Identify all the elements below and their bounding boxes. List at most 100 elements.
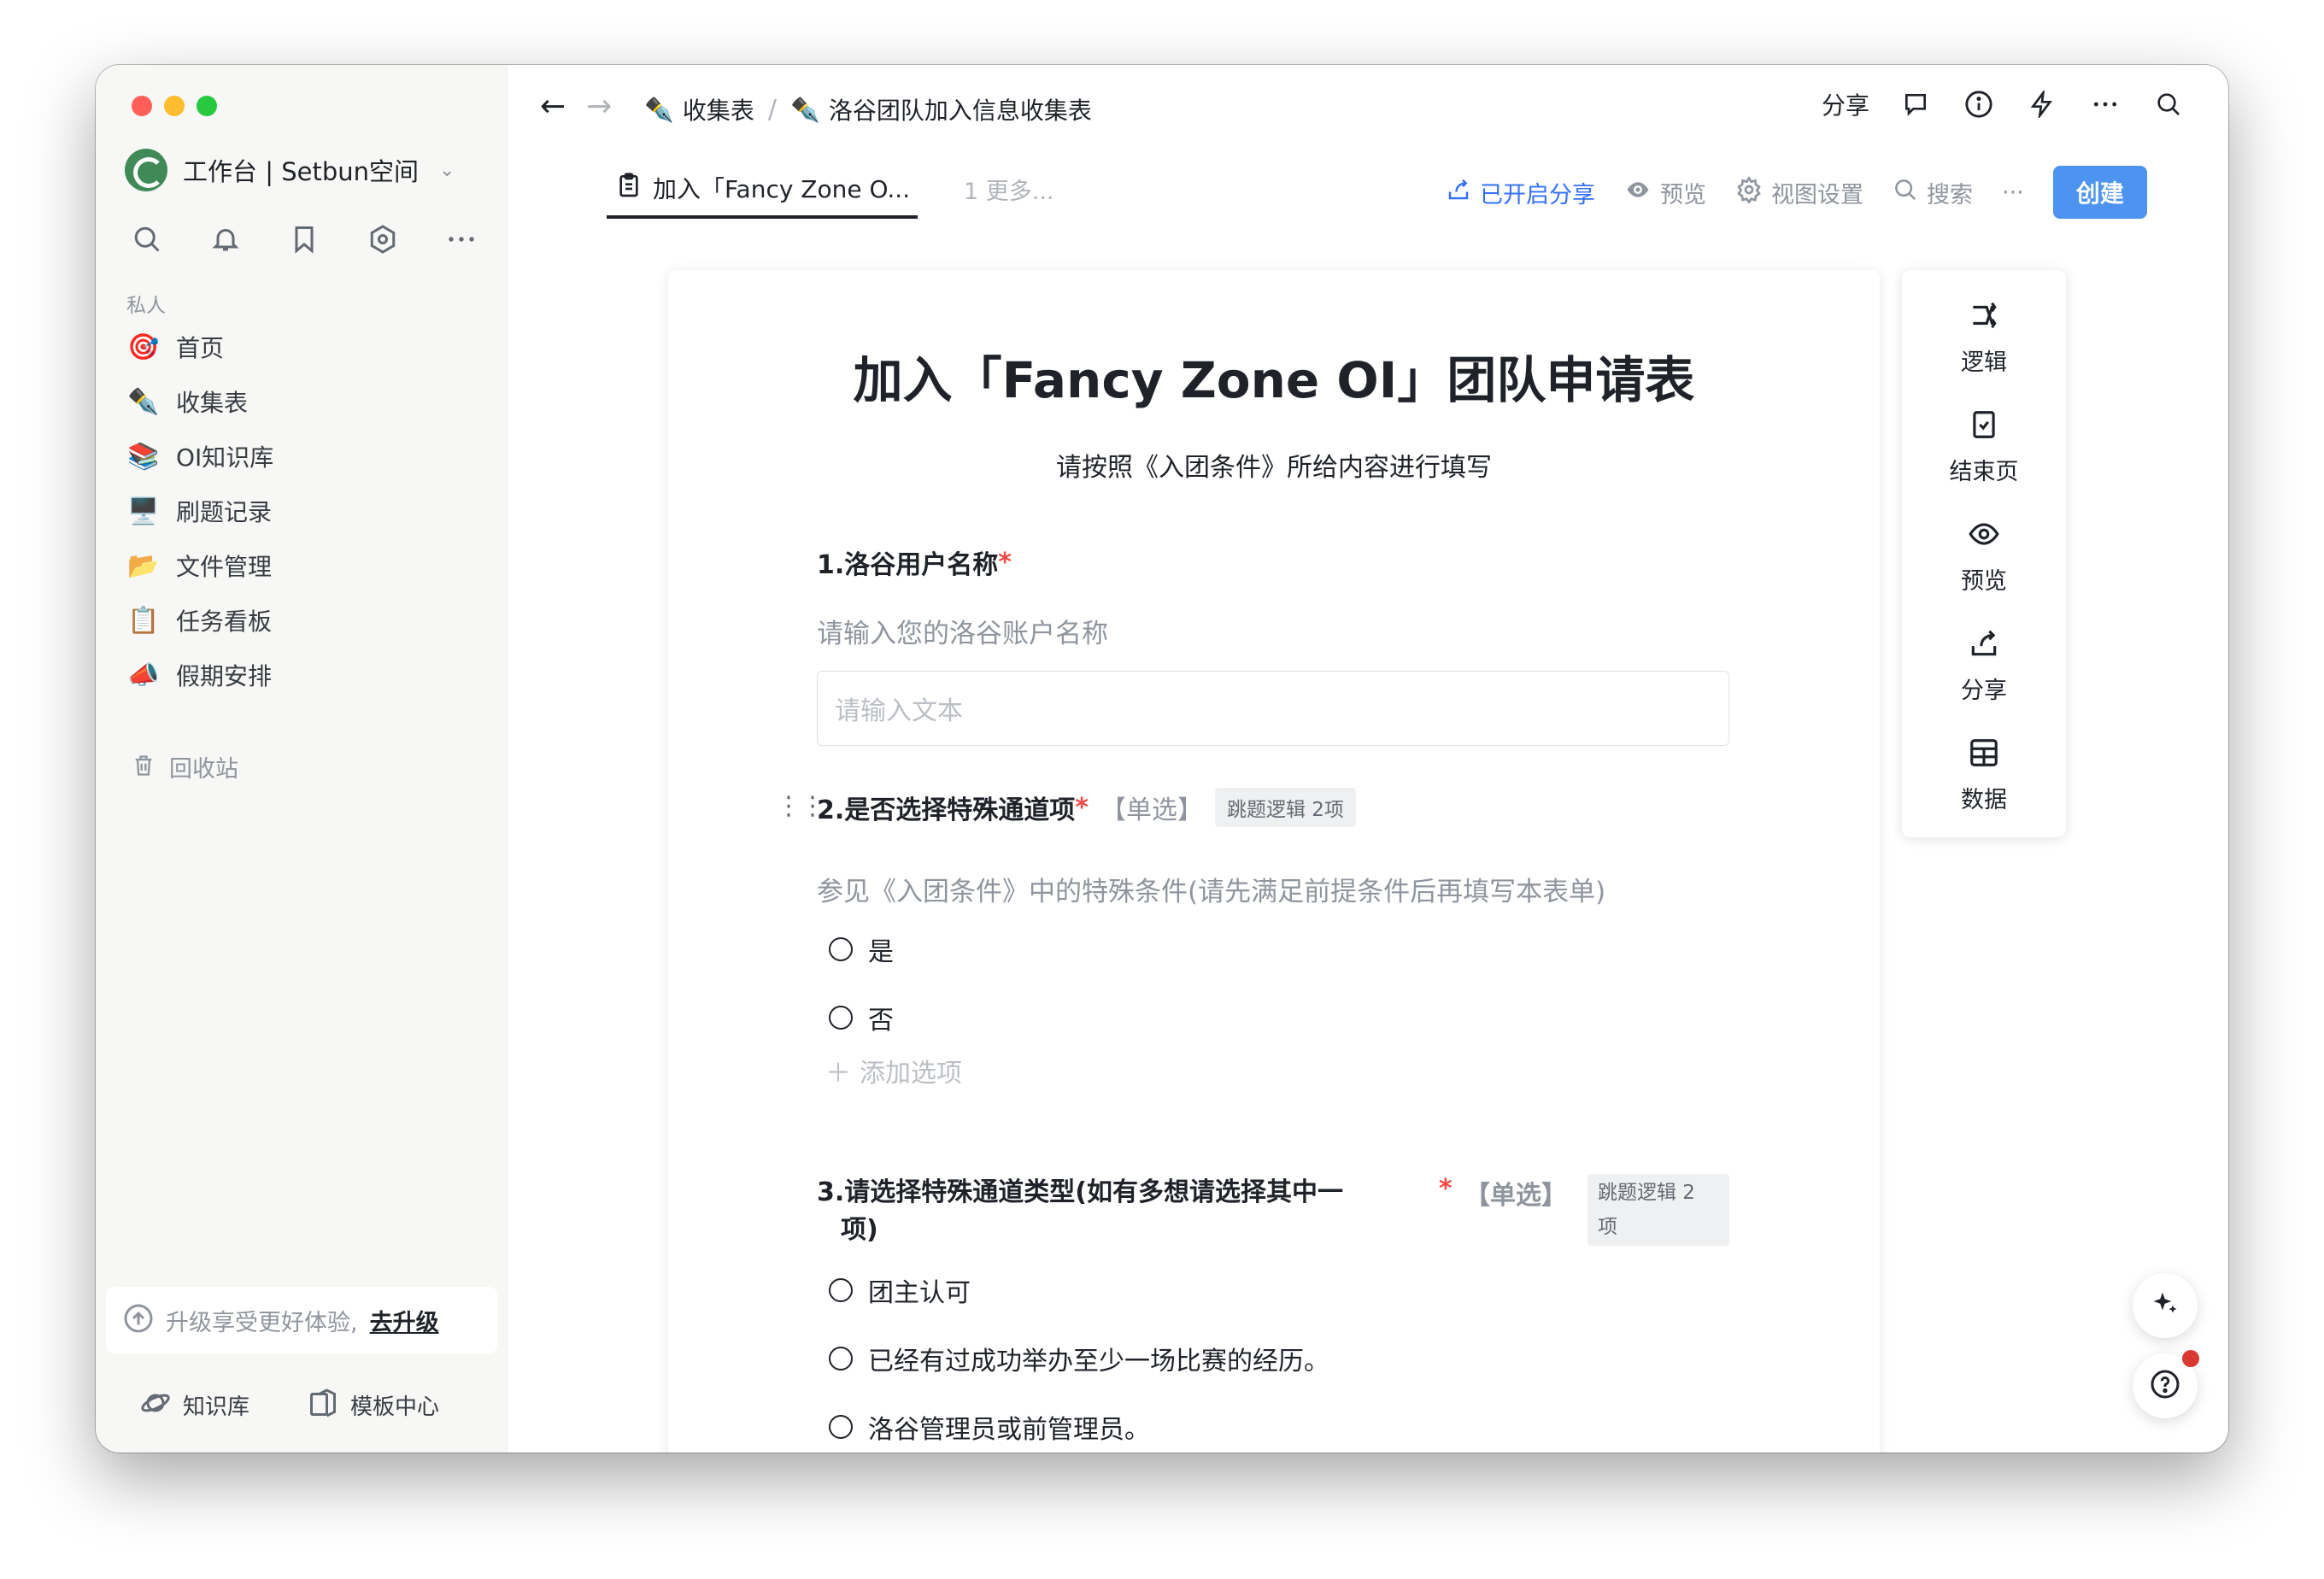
- radio-option[interactable]: 是: [817, 915, 1731, 983]
- sidebar-item-files[interactable]: 📂 文件管理: [126, 538, 273, 593]
- info-icon[interactable]: [1962, 87, 1996, 121]
- share-enabled-button[interactable]: 已开启分享: [1446, 176, 1595, 209]
- option-label: 团主认可: [868, 1278, 971, 1308]
- top-actions: 分享: [1822, 87, 2186, 121]
- sidebar-item-label: 刷题记录: [176, 498, 273, 526]
- breadcrumb-item-current[interactable]: ✒️ 洛谷团队加入信息收集表: [790, 92, 1092, 126]
- add-option-button[interactable]: ＋ 添加选项: [817, 1052, 1731, 1089]
- forward-arrow-icon[interactable]: →: [586, 89, 612, 124]
- question-2[interactable]: ⋮⋮ 2.是否选择特殊通道项 * 【单选】 跳题逻辑 2项 参见《入团条件》中的…: [776, 788, 1731, 1089]
- table-icon: [1968, 737, 2000, 772]
- radio-circle[interactable]: [829, 1347, 853, 1371]
- tab-form-view[interactable]: 加入「Fancy Zone O...: [607, 166, 918, 219]
- search-label: 搜索: [1927, 181, 1973, 208]
- window-controls: [132, 96, 217, 116]
- preview-label: 预览: [1660, 181, 1706, 208]
- eye-icon: [1968, 518, 2000, 554]
- drag-handle-icon[interactable]: ⋮⋮: [776, 791, 825, 821]
- logic-tool[interactable]: 逻辑: [1902, 299, 2066, 377]
- share-enabled-label: 已开启分享: [1480, 181, 1595, 208]
- search-view-button[interactable]: 搜索: [1893, 176, 1973, 209]
- sidebar-item-holiday[interactable]: 📣 假期安排: [126, 648, 273, 702]
- text-answer-input[interactable]: 请输入文本: [817, 671, 1729, 746]
- bookmark-icon[interactable]: [287, 222, 321, 256]
- comment-icon[interactable]: [1899, 87, 1933, 121]
- question-type-label: 【单选】: [1464, 1181, 1567, 1211]
- view-tab-bar: 加入「Fancy Zone O... 1 更多... 已开启分享 预览 视图设置…: [508, 147, 2228, 219]
- form-card: 加入「Fancy Zone OI」团队申请表 请按照《入团条件》所给内容进行填写…: [668, 270, 1880, 1453]
- clipboard-icon: 📋: [127, 605, 160, 636]
- close-window-button[interactable]: [132, 96, 152, 116]
- workspace-switcher[interactable]: 工作台 | Setbun空间 ⌄: [125, 149, 455, 191]
- bell-icon[interactable]: [208, 222, 243, 256]
- section-label-private: 私人: [126, 295, 166, 317]
- question-3[interactable]: 3.请选择特殊通道类型(如有多想请选择其中一 项) * 【单选】 跳题逻辑 2 …: [817, 1174, 1731, 1453]
- search-icon[interactable]: [2151, 87, 2186, 121]
- data-tool[interactable]: 数据: [1902, 737, 2066, 814]
- form-subtitle[interactable]: 请按照《入团条件》所给内容进行填写: [668, 446, 1880, 484]
- more-icon[interactable]: [444, 222, 478, 256]
- share-button[interactable]: 分享: [1822, 87, 1869, 121]
- preview-tool[interactable]: 预览: [1902, 518, 2066, 596]
- radio-option[interactable]: 否: [817, 983, 1731, 1052]
- share-tool[interactable]: 分享: [1902, 627, 2066, 705]
- question-type-label: 【单选】: [1100, 795, 1203, 825]
- megaphone-icon: 📣: [127, 660, 160, 690]
- question-1[interactable]: 1.洛谷用户名称 * 请输入您的洛谷账户名称 请输入文本: [817, 543, 1731, 746]
- minimize-window-button[interactable]: [164, 96, 185, 116]
- zoom-window-button[interactable]: [197, 96, 217, 116]
- form-title[interactable]: 加入「Fancy Zone OI」团队申请表: [668, 340, 1880, 412]
- end-page-tool[interactable]: 结束页: [1902, 408, 2066, 486]
- option-label: 洛谷管理员或前管理员。: [868, 1415, 1150, 1445]
- chevron-down-icon: ⌄: [439, 159, 455, 181]
- sidebar-item-label: 首页: [176, 334, 225, 362]
- sidebar-nav: 🎯 首页 ✒️ 收集表 📚 OI知识库 🖥️ 刷题记录 📂 文件管理 📋 任务看…: [126, 320, 273, 702]
- pen-icon: ✒️: [127, 386, 160, 417]
- create-button[interactable]: 创建: [2052, 166, 2147, 219]
- radio-option[interactable]: 洛谷管理员或前管理员。: [817, 1393, 1731, 1453]
- more-icon[interactable]: [2088, 87, 2122, 121]
- lightning-icon[interactable]: [2025, 87, 2059, 121]
- view-settings-button[interactable]: 视图设置: [1735, 175, 1863, 209]
- view-actions: 已开启分享 预览 视图设置 搜索 ··· 创建: [1446, 166, 2147, 219]
- knowledge-base-link[interactable]: 知识库: [140, 1388, 249, 1422]
- radio-option[interactable]: 已经有过成功举办至少一场比赛的经历。: [817, 1324, 1731, 1393]
- target-icon: 🎯: [127, 332, 160, 362]
- more-actions-button[interactable]: ···: [2002, 179, 2024, 206]
- help-button[interactable]: [2133, 1350, 2199, 1418]
- question-title: 3.请选择特殊通道类型(如有多想请选择其中一 项): [817, 1174, 1398, 1249]
- radio-option[interactable]: 团主认可: [817, 1256, 1731, 1324]
- end-page-icon: [1968, 408, 2000, 444]
- sidebar-item-problem-log[interactable]: 🖥️ 刷题记录: [126, 484, 273, 538]
- upgrade-banner: 升级享受更好体验, 去升级: [106, 1287, 497, 1353]
- search-icon[interactable]: [130, 222, 164, 256]
- logic-tag-line: 跳题逻辑 2: [1598, 1182, 1695, 1204]
- sidebar-item-home[interactable]: 🎯 首页: [126, 320, 273, 374]
- option-label: 否: [868, 1006, 894, 1036]
- pen-icon: ✒️: [644, 95, 674, 124]
- radio-circle[interactable]: [829, 1415, 853, 1439]
- radio-circle[interactable]: [829, 1278, 853, 1302]
- sidebar-item-task-board[interactable]: 📋 任务看板: [126, 593, 273, 648]
- sidebar-item-trash[interactable]: 回收站: [132, 750, 238, 784]
- radio-circle[interactable]: [829, 937, 853, 961]
- sidebar-item-oi-knowledge[interactable]: 📚 OI知识库: [126, 429, 273, 484]
- end-page-label: 结束页: [1949, 459, 2019, 485]
- jump-logic-tag[interactable]: 跳题逻辑 2 项: [1587, 1174, 1729, 1246]
- upgrade-link[interactable]: 去升级: [370, 1304, 439, 1337]
- radio-circle[interactable]: [829, 1006, 853, 1030]
- template-center-link[interactable]: 模板中心: [308, 1388, 439, 1422]
- sidebar: 工作台 | Setbun空间 ⌄ 私人 🎯 首页 ✒️ 收集表 📚 OI知识库 …: [96, 65, 508, 1453]
- more-tabs-button[interactable]: 1 更多...: [964, 173, 1054, 206]
- back-arrow-icon[interactable]: ←: [540, 89, 566, 124]
- gear-icon: [1735, 175, 1763, 209]
- plus-icon: ＋: [825, 1059, 851, 1089]
- ai-assistant-button[interactable]: [2133, 1273, 2198, 1338]
- breadcrumb-item[interactable]: ✒️ 收集表: [644, 92, 754, 126]
- add-option-label: 添加选项: [860, 1059, 962, 1089]
- preview-button[interactable]: 预览: [1624, 176, 1706, 209]
- sidebar-item-forms[interactable]: ✒️ 收集表: [126, 374, 273, 429]
- books-icon: 📚: [127, 441, 160, 472]
- settings-hexagon-icon[interactable]: [366, 222, 400, 256]
- jump-logic-tag[interactable]: 跳题逻辑 2项: [1214, 788, 1356, 827]
